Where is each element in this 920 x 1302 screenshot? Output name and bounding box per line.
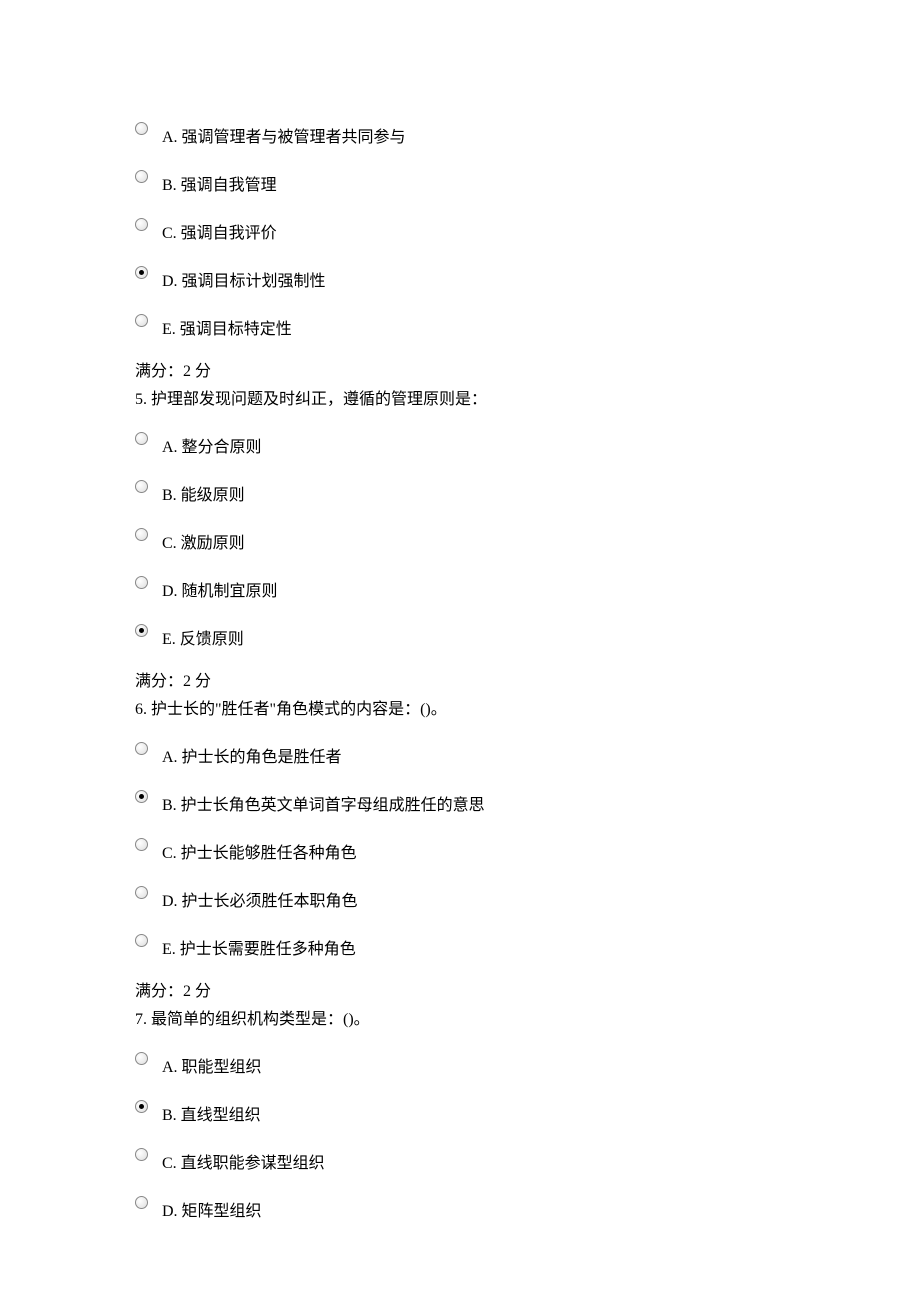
radio-button[interactable] bbox=[135, 576, 148, 589]
option-row: A. 强调管理者与被管理者共同参与 bbox=[135, 120, 785, 150]
option-label: B. 强调自我管理 bbox=[162, 168, 277, 198]
score-text: 满分：2 分 bbox=[135, 360, 785, 384]
radio-button[interactable] bbox=[135, 528, 148, 541]
radio-button[interactable] bbox=[135, 790, 148, 803]
option-label: E. 强调目标特定性 bbox=[162, 312, 292, 342]
question-text: 5. 护理部发现问题及时纠正，遵循的管理原则是： bbox=[135, 388, 785, 412]
option-label: E. 护士长需要胜任多种角色 bbox=[162, 932, 356, 962]
option-label: C. 激励原则 bbox=[162, 526, 245, 556]
radio-button[interactable] bbox=[135, 480, 148, 493]
option-label: B. 直线型组织 bbox=[162, 1098, 261, 1128]
radio-button[interactable] bbox=[135, 1100, 148, 1113]
radio-button[interactable] bbox=[135, 838, 148, 851]
option-row: A. 整分合原则 bbox=[135, 430, 785, 460]
question-number: 6. bbox=[135, 701, 147, 718]
question-number: 7. bbox=[135, 1011, 147, 1028]
option-row: E. 强调目标特定性 bbox=[135, 312, 785, 342]
question-text: 6. 护士长的"胜任者"角色模式的内容是：()。 bbox=[135, 698, 785, 722]
radio-button[interactable] bbox=[135, 886, 148, 899]
question-block: A. 职能型组织 B. 直线型组织 C. 直线职能参谋型组织 D. 矩阵型组织 bbox=[135, 1050, 785, 1224]
option-row: B. 能级原则 bbox=[135, 478, 785, 508]
option-label: E. 反馈原则 bbox=[162, 622, 244, 652]
radio-button[interactable] bbox=[135, 170, 148, 183]
score-text: 满分：2 分 bbox=[135, 980, 785, 1004]
question-prompt: 最简单的组织机构类型是：()。 bbox=[147, 1011, 370, 1028]
option-row: C. 强调自我评价 bbox=[135, 216, 785, 246]
option-row: B. 护士长角色英文单词首字母组成胜任的意思 bbox=[135, 788, 785, 818]
option-row: D. 强调目标计划强制性 bbox=[135, 264, 785, 294]
radio-button[interactable] bbox=[135, 934, 148, 947]
option-row: D. 随机制宜原则 bbox=[135, 574, 785, 604]
option-label: A. 护士长的角色是胜任者 bbox=[162, 740, 342, 770]
question-number: 5. bbox=[135, 391, 147, 408]
option-row: A. 护士长的角色是胜任者 bbox=[135, 740, 785, 770]
option-label: D. 矩阵型组织 bbox=[162, 1194, 262, 1224]
option-label: A. 整分合原则 bbox=[162, 430, 262, 460]
radio-button[interactable] bbox=[135, 1052, 148, 1065]
option-label: A. 职能型组织 bbox=[162, 1050, 262, 1080]
option-row: B. 强调自我管理 bbox=[135, 168, 785, 198]
radio-button[interactable] bbox=[135, 742, 148, 755]
option-row: E. 护士长需要胜任多种角色 bbox=[135, 932, 785, 962]
option-row: C. 激励原则 bbox=[135, 526, 785, 556]
score-text: 满分：2 分 bbox=[135, 670, 785, 694]
question-text: 7. 最简单的组织机构类型是：()。 bbox=[135, 1008, 785, 1032]
question-block: A. 强调管理者与被管理者共同参与 B. 强调自我管理 C. 强调自我评价 D. 强调… bbox=[135, 120, 785, 384]
radio-button[interactable] bbox=[135, 122, 148, 135]
question-block: A. 整分合原则 B. 能级原则 C. 激励原则 D. 随机制宜原则 E. 反馈原则满分… bbox=[135, 430, 785, 694]
option-label: A. 强调管理者与被管理者共同参与 bbox=[162, 120, 406, 150]
option-label: C. 强调自我评价 bbox=[162, 216, 277, 246]
question-prompt: 护理部发现问题及时纠正，遵循的管理原则是： bbox=[147, 391, 487, 408]
option-row: C. 直线职能参谋型组织 bbox=[135, 1146, 785, 1176]
question-block: A. 护士长的角色是胜任者 B. 护士长角色英文单词首字母组成胜任的意思 C. 护士… bbox=[135, 740, 785, 1004]
option-label: C. 直线职能参谋型组织 bbox=[162, 1146, 325, 1176]
option-row: A. 职能型组织 bbox=[135, 1050, 785, 1080]
question-prompt: 护士长的"胜任者"角色模式的内容是：()。 bbox=[147, 701, 447, 718]
radio-button[interactable] bbox=[135, 218, 148, 231]
option-row: E. 反馈原则 bbox=[135, 622, 785, 652]
option-label: D. 护士长必须胜任本职角色 bbox=[162, 884, 358, 914]
radio-button[interactable] bbox=[135, 314, 148, 327]
radio-button[interactable] bbox=[135, 1196, 148, 1209]
radio-button[interactable] bbox=[135, 266, 148, 279]
option-label: B. 能级原则 bbox=[162, 478, 245, 508]
option-label: D. 强调目标计划强制性 bbox=[162, 264, 326, 294]
radio-button[interactable] bbox=[135, 432, 148, 445]
option-label: D. 随机制宜原则 bbox=[162, 574, 278, 604]
radio-button[interactable] bbox=[135, 624, 148, 637]
option-row: B. 直线型组织 bbox=[135, 1098, 785, 1128]
option-label: B. 护士长角色英文单词首字母组成胜任的意思 bbox=[162, 788, 485, 818]
option-row: D. 矩阵型组织 bbox=[135, 1194, 785, 1224]
option-row: C. 护士长能够胜任各种角色 bbox=[135, 836, 785, 866]
option-label: C. 护士长能够胜任各种角色 bbox=[162, 836, 357, 866]
radio-button[interactable] bbox=[135, 1148, 148, 1161]
option-row: D. 护士长必须胜任本职角色 bbox=[135, 884, 785, 914]
